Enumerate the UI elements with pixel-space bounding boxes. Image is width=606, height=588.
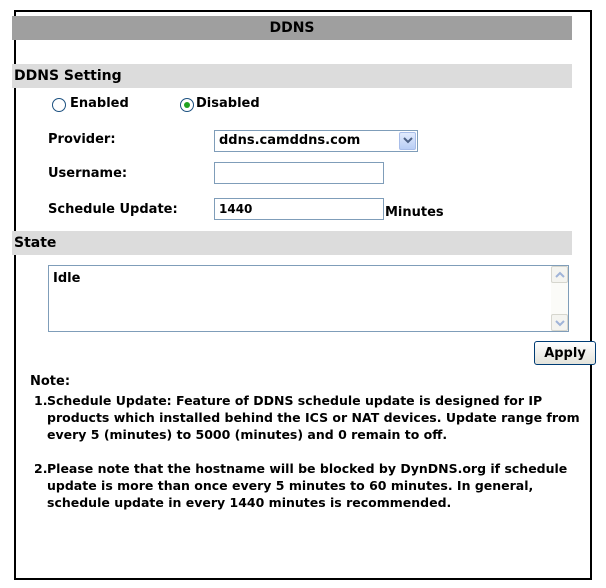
enabled-label: Enabled — [70, 96, 129, 111]
section-state: State — [12, 231, 572, 255]
provider-select[interactable]: ddns.camddns.com — [214, 130, 418, 152]
schedule-unit-label: Minutes — [385, 205, 444, 220]
enabled-radio[interactable] — [52, 98, 66, 112]
provider-label: Provider: — [48, 132, 116, 147]
state-scrollbar[interactable] — [551, 266, 568, 331]
scroll-up-icon[interactable] — [551, 266, 568, 283]
state-textarea[interactable]: Idle — [48, 265, 569, 332]
username-label: Username: — [48, 166, 128, 181]
username-input[interactable] — [214, 162, 384, 184]
note-item-2-text: Please note that the hostname will be bl… — [47, 461, 568, 510]
section-ddns-setting: DDNS Setting — [12, 64, 572, 88]
scroll-down-icon[interactable] — [551, 314, 568, 331]
note-item-2: 2. Please note that the hostname will be… — [34, 460, 590, 511]
disabled-label: Disabled — [196, 96, 260, 111]
disabled-radio[interactable] — [180, 98, 194, 112]
note-title: Note: — [30, 374, 71, 389]
note-item-1-number: 1. — [34, 393, 48, 408]
note-item-2-number: 2. — [34, 461, 48, 476]
chevron-down-icon[interactable] — [399, 132, 416, 150]
note-item-1: 1. Schedule Update: Feature of DDNS sche… — [34, 392, 590, 443]
note-item-1-text: Schedule Update: Feature of DDNS schedul… — [47, 393, 580, 442]
schedule-update-label: Schedule Update: — [48, 202, 178, 217]
provider-select-value: ddns.camddns.com — [219, 133, 361, 148]
page-title: DDNS — [12, 16, 572, 40]
apply-button[interactable]: Apply — [534, 341, 596, 365]
schedule-update-input[interactable] — [214, 198, 384, 220]
state-value: Idle — [53, 271, 81, 286]
